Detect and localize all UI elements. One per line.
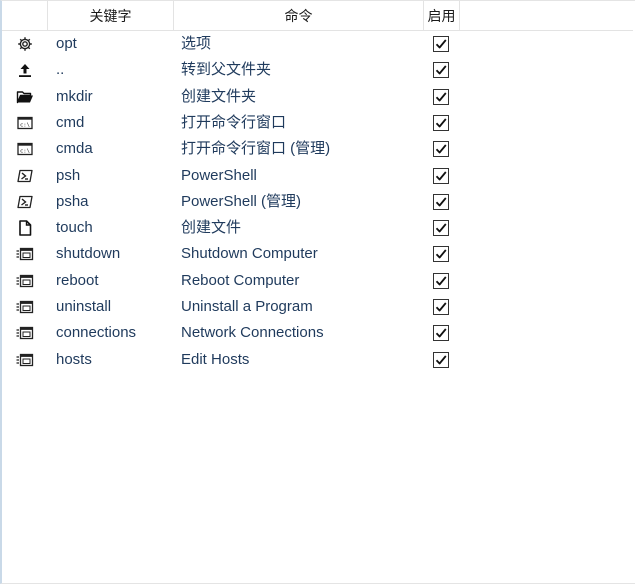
- keyword-cell: psha: [56, 192, 89, 210]
- table-row[interactable]: opt 选项: [2, 31, 633, 57]
- enabled-checkbox[interactable]: [433, 272, 449, 289]
- gear-icon: [16, 35, 34, 53]
- keyword-cell: connections: [56, 324, 137, 342]
- table-row[interactable]: connections Network Connections: [2, 320, 633, 346]
- svg-text:c:\: c:\: [20, 149, 30, 155]
- table-header: 关键字 命令 启用: [2, 1, 633, 31]
- keyword-cell: reboot: [56, 271, 99, 289]
- cmd-console-icon: c:\: [16, 140, 34, 158]
- column-header-command[interactable]: 命令: [174, 1, 424, 30]
- enabled-checkbox[interactable]: [433, 88, 449, 105]
- enabled-checkbox[interactable]: [433, 114, 449, 131]
- enabled-checkbox[interactable]: [433, 141, 449, 158]
- enabled-checkbox[interactable]: [433, 325, 449, 342]
- system-window-icon: [16, 351, 34, 369]
- keyword-cell: psh: [56, 166, 81, 184]
- command-cell: 创建文件夹: [181, 87, 257, 105]
- enabled-checkbox[interactable]: [433, 351, 449, 368]
- command-cell: 打开命令行窗口 (管理): [181, 140, 331, 158]
- keyword-cell: mkdir: [56, 87, 93, 105]
- command-cell: Uninstall a Program: [181, 298, 313, 315]
- keyword-cell: shutdown: [56, 245, 121, 263]
- folder-open-icon: [16, 88, 34, 106]
- column-header-keyword[interactable]: 关键字: [48, 1, 174, 30]
- keyword-cell: ..: [56, 61, 65, 79]
- table-row[interactable]: mkdir 创建文件夹: [2, 84, 633, 110]
- table-row[interactable]: reboot Reboot Computer: [2, 268, 633, 294]
- table-row[interactable]: .. 转到父文件夹: [2, 57, 633, 83]
- table-row[interactable]: c:\ cmda 打开命令行窗口 (管理): [2, 136, 633, 162]
- command-cell: 创建文件: [181, 219, 242, 237]
- keyword-cell: cmda: [56, 140, 93, 158]
- upload-arrow-icon: [16, 61, 34, 79]
- command-cell: PowerShell: [181, 166, 257, 184]
- enabled-checkbox[interactable]: [433, 36, 449, 52]
- command-cell: Shutdown Computer: [181, 245, 318, 263]
- command-cell: Edit Hosts: [181, 350, 250, 368]
- table-row[interactable]: psha PowerShell (管理): [2, 189, 633, 215]
- command-cell: 选项: [181, 35, 212, 52]
- table-row[interactable]: psh PowerShell: [2, 163, 633, 189]
- file-icon: [16, 219, 34, 237]
- enabled-checkbox[interactable]: [433, 167, 449, 184]
- enabled-checkbox[interactable]: [433, 62, 449, 79]
- table-row[interactable]: shutdown Shutdown Computer: [2, 241, 633, 267]
- keyword-cell: cmd: [56, 113, 85, 131]
- powershell-icon: [16, 167, 34, 185]
- system-window-icon: [16, 272, 34, 290]
- enabled-checkbox[interactable]: [433, 246, 449, 263]
- command-cell: PowerShell (管理): [181, 192, 302, 210]
- table-row[interactable]: uninstall Uninstall a Program: [2, 294, 633, 320]
- enabled-checkbox[interactable]: [433, 299, 449, 315]
- command-cell: Network Connections: [181, 324, 324, 342]
- keyword-cell: uninstall: [56, 298, 112, 315]
- enabled-checkbox[interactable]: [433, 193, 449, 210]
- table-row[interactable]: touch 创建文件: [2, 215, 633, 241]
- system-window-icon: [16, 298, 34, 316]
- system-window-icon: [16, 245, 34, 263]
- column-header-enabled[interactable]: 启用: [424, 1, 460, 30]
- enabled-checkbox[interactable]: [433, 220, 449, 237]
- column-header-icon[interactable]: [2, 1, 48, 30]
- keyword-cell: opt: [56, 35, 77, 52]
- keyword-cell: hosts: [56, 350, 92, 368]
- svg-text:c:\: c:\: [20, 122, 30, 128]
- powershell-icon: [16, 193, 34, 211]
- command-table: 关键字 命令 启用 opt 选项.. 转到父文件夹 mkdir 创建文件夹 c:\ cmd 打…: [0, 0, 635, 584]
- command-cell: 转到父文件夹: [181, 61, 272, 79]
- command-cell: Reboot Computer: [181, 271, 300, 289]
- cmd-console-icon: c:\: [16, 114, 34, 132]
- command-cell: 打开命令行窗口: [181, 113, 287, 131]
- table-row[interactable]: c:\ cmd 打开命令行窗口: [2, 110, 633, 136]
- system-window-icon: [16, 324, 34, 342]
- table-row[interactable]: hosts Edit Hosts: [2, 347, 633, 373]
- keyword-cell: touch: [56, 219, 93, 237]
